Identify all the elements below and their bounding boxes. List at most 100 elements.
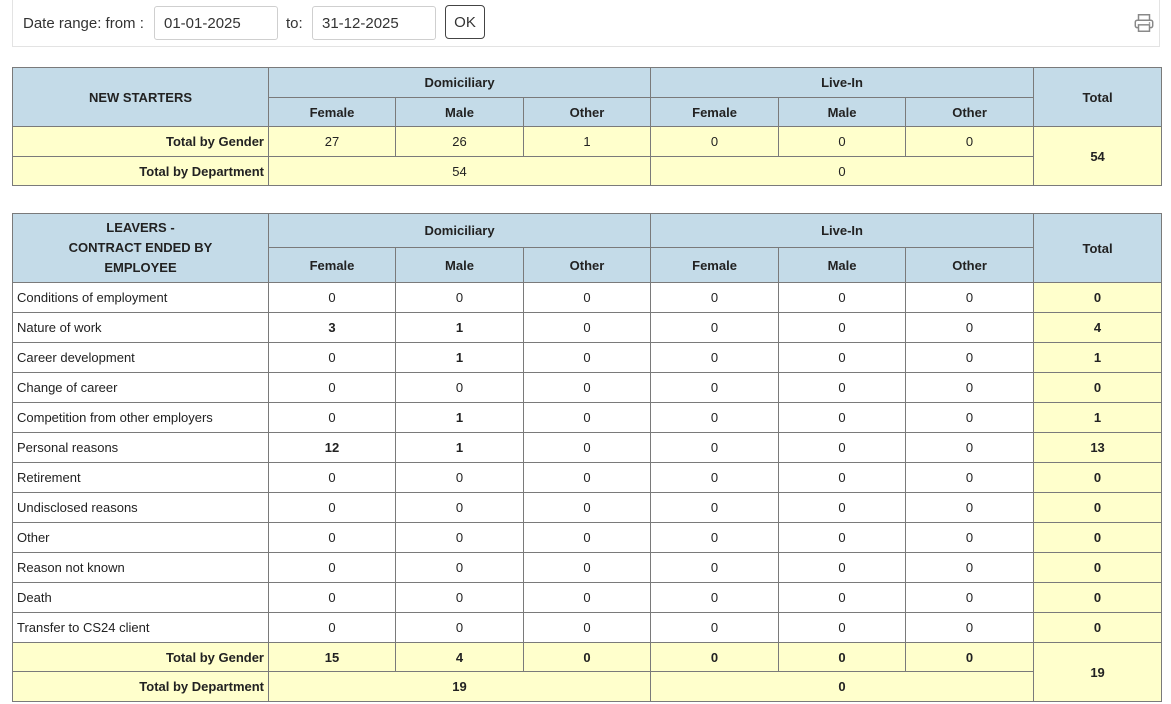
- table-row: Reason not known 0 0 0 0 0 0 0: [12, 552, 1163, 583]
- ok-button[interactable]: OK: [445, 5, 485, 39]
- cell: 0: [395, 582, 524, 613]
- cell: 0: [395, 462, 524, 493]
- row-total: 1: [1033, 402, 1163, 433]
- cell: 0: [650, 402, 780, 433]
- cell: 0: [905, 402, 1035, 433]
- row-total: 13: [1033, 432, 1163, 463]
- cell: 0: [395, 552, 524, 583]
- total-header: Total: [1033, 213, 1163, 283]
- cell: 0: [650, 492, 780, 523]
- cell: 0: [268, 522, 396, 553]
- row-total: 0: [1033, 612, 1163, 643]
- cell: 0: [268, 582, 396, 613]
- row-total: 0: [1033, 582, 1163, 613]
- to-date-input[interactable]: [312, 6, 436, 40]
- cell: 0: [778, 342, 907, 373]
- cell: 0: [778, 582, 907, 613]
- cell: 0: [905, 642, 1035, 672]
- cell: 0: [650, 642, 780, 672]
- printer-icon[interactable]: [1133, 12, 1155, 34]
- cell: 0: [522, 402, 652, 433]
- total-header: Total: [1033, 67, 1163, 127]
- col-other: Other: [522, 247, 652, 283]
- table-row: Transfer to CS24 client 0 0 0 0 0 0 0: [12, 612, 1163, 643]
- cell: 0: [778, 552, 907, 583]
- row-label: Transfer to CS24 client: [12, 612, 269, 643]
- cell: 0: [650, 462, 780, 493]
- row-label: Conditions of employment: [12, 282, 269, 313]
- col-other: Other: [905, 247, 1035, 283]
- cell: 12: [268, 432, 396, 463]
- col-male: Male: [395, 247, 524, 283]
- cell: 0: [650, 126, 780, 157]
- col-male: Male: [778, 247, 907, 283]
- col-female: Female: [650, 97, 780, 127]
- cell: 0: [650, 312, 780, 343]
- total-by-department-row: Total by Department 19 0: [12, 671, 1162, 702]
- cell: 0: [778, 312, 907, 343]
- row-label: Retirement: [12, 462, 269, 493]
- cell: 3: [268, 312, 396, 343]
- cell: 0: [778, 492, 907, 523]
- cell: 0: [778, 612, 907, 643]
- cell: 0: [650, 432, 780, 463]
- cell: 0: [905, 432, 1035, 463]
- cell: 0: [650, 671, 1035, 702]
- cell: 0: [778, 522, 907, 553]
- row-label: Nature of work: [12, 312, 269, 343]
- cell: 0: [522, 642, 652, 672]
- cell: 0: [522, 462, 652, 493]
- leavers-title: LEAVERS - CONTRACT ENDED BY EMPLOYEE: [12, 213, 269, 283]
- cell: 54: [267, 156, 652, 186]
- cell: 0: [778, 642, 907, 672]
- cell: 0: [905, 462, 1035, 493]
- cell: 0: [268, 612, 396, 643]
- row-label: Change of career: [12, 372, 269, 403]
- cell: 1: [395, 402, 524, 433]
- table-row: Retirement 0 0 0 0 0 0 0: [12, 462, 1163, 493]
- cell: 0: [905, 612, 1035, 643]
- cell: 15: [268, 642, 396, 672]
- row-total: 0: [1033, 552, 1163, 583]
- cell: 4: [395, 642, 524, 672]
- col-male: Male: [395, 97, 524, 127]
- cell: 0: [268, 552, 396, 583]
- cell: 0: [905, 126, 1035, 157]
- cell: 0: [268, 342, 396, 373]
- total-by-department-row: Total by Department 54 0: [12, 156, 1162, 186]
- cell: 0: [395, 372, 524, 403]
- table-row: Competition from other employers 0 1 0 0 0 0 1: [12, 402, 1163, 433]
- table-row: Undisclosed reasons 0 0 0 0 0 0 0: [12, 492, 1163, 523]
- cell: 1: [522, 126, 652, 157]
- cell: 1: [395, 342, 524, 373]
- col-other: Other: [905, 97, 1035, 127]
- table-row: Nature of work 3 1 0 0 0 0 4: [12, 312, 1163, 343]
- row-total: 0: [1033, 522, 1163, 553]
- row-label: Other: [12, 522, 269, 553]
- cell: 0: [395, 282, 524, 313]
- row-total: 4: [1033, 312, 1163, 343]
- cell: 0: [905, 312, 1035, 343]
- col-male: Male: [778, 97, 907, 127]
- cell: 0: [905, 582, 1035, 613]
- row-label: Total by Gender: [12, 642, 269, 672]
- cell: 0: [522, 522, 652, 553]
- row-label: Total by Department: [12, 156, 269, 186]
- cell: 0: [522, 582, 652, 613]
- row-total: 0: [1033, 462, 1163, 493]
- date-range-toolbar: Date range: from : to: OK: [12, 0, 1160, 47]
- row-label: Undisclosed reasons: [12, 492, 269, 523]
- cell: 0: [905, 552, 1035, 583]
- cell: 0: [778, 462, 907, 493]
- live-in-header: Live-In: [650, 213, 1035, 248]
- cell: 0: [905, 492, 1035, 523]
- cell: 0: [522, 282, 652, 313]
- cell: 0: [905, 282, 1035, 313]
- from-date-input[interactable]: [154, 6, 278, 40]
- table-row: Career development 0 1 0 0 0 0 1: [12, 342, 1163, 373]
- col-female: Female: [268, 247, 396, 283]
- cell: 0: [650, 342, 780, 373]
- row-total: 0: [1033, 282, 1163, 313]
- cell: 0: [268, 372, 396, 403]
- cell: 0: [522, 342, 652, 373]
